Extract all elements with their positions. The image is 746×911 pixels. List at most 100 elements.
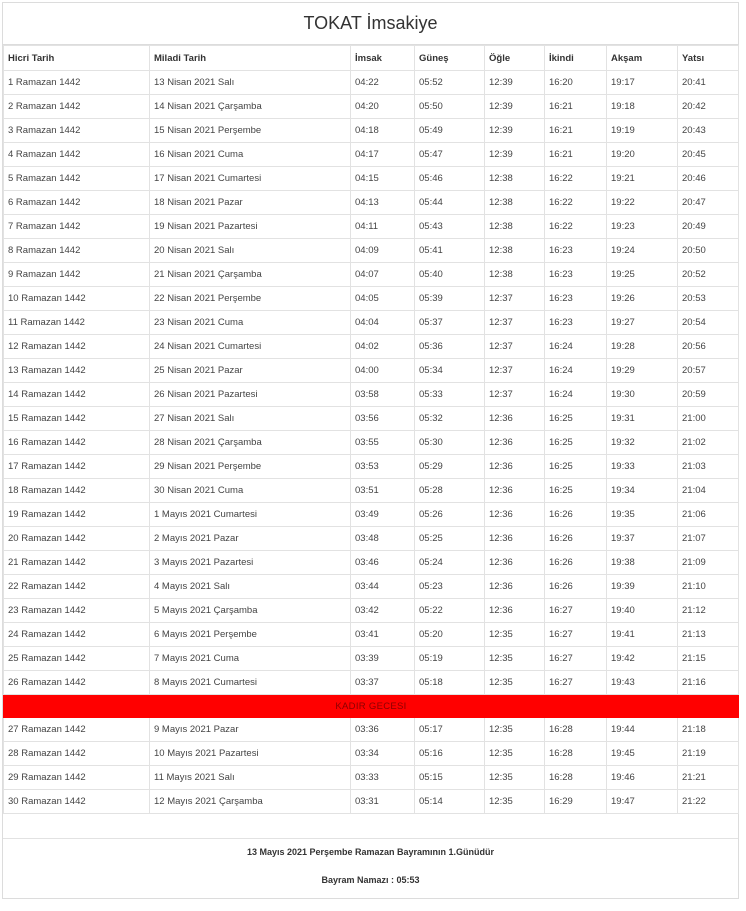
cell-ogle: 12:39 xyxy=(484,70,545,95)
cell-ikindi: 16:26 xyxy=(544,550,607,575)
cell-miladi-tarih: 4 Mayıs 2021 Salı xyxy=(149,574,351,599)
cell-gunes: 05:28 xyxy=(414,478,485,503)
cell-ogle: 12:38 xyxy=(484,214,545,239)
cell-hicri-tarih: 13 Ramazan 1442 xyxy=(3,358,150,383)
cell-ogle: 12:35 xyxy=(484,646,545,671)
cell-imsak: 03:58 xyxy=(350,382,415,407)
cell-imsak: 03:36 xyxy=(350,717,415,742)
cell-hicri-tarih: 4 Ramazan 1442 xyxy=(3,142,150,167)
cell-imsak: 03:44 xyxy=(350,574,415,599)
cell-yatsi: 20:50 xyxy=(677,238,739,263)
cell-ikindi: 16:20 xyxy=(544,70,607,95)
cell-yatsi: 21:15 xyxy=(677,646,739,671)
cell-ikindi: 16:26 xyxy=(544,502,607,527)
cell-hicri-tarih: 30 Ramazan 1442 xyxy=(3,789,150,814)
header-imsak: İmsak xyxy=(350,45,415,71)
cell-ogle: 12:38 xyxy=(484,238,545,263)
bayram-namazi: Bayram Namazı : 05:53 xyxy=(321,875,420,885)
cell-hicri-tarih: 12 Ramazan 1442 xyxy=(3,334,150,359)
cell-imsak: 04:00 xyxy=(350,358,415,383)
cell-imsak: 04:22 xyxy=(350,70,415,95)
cell-ogle: 12:37 xyxy=(484,382,545,407)
table-row: 7 Ramazan 1442 19 Nisan 2021 Pazartesi 04:… xyxy=(3,214,739,239)
cell-ogle: 12:37 xyxy=(484,310,545,335)
header-miladi-tarih: Miladi Tarih xyxy=(149,45,351,71)
table-row: 29 Ramazan 1442 11 Mayıs 2021 Salı 03:33 05… xyxy=(3,765,739,790)
cell-gunes: 05:29 xyxy=(414,454,485,479)
cell-gunes: 05:20 xyxy=(414,622,485,647)
cell-yatsi: 21:22 xyxy=(677,789,739,814)
cell-hicri-tarih: 19 Ramazan 1442 xyxy=(3,502,150,527)
cell-yatsi: 21:09 xyxy=(677,550,739,575)
cell-aksam: 19:25 xyxy=(606,262,678,287)
cell-ogle: 12:36 xyxy=(484,478,545,503)
cell-ogle: 12:36 xyxy=(484,406,545,431)
cell-hicri-tarih: 1 Ramazan 1442 xyxy=(3,70,150,95)
cell-imsak: 04:04 xyxy=(350,310,415,335)
cell-aksam: 19:28 xyxy=(606,334,678,359)
header-ogle: Öğle xyxy=(484,45,545,71)
cell-yatsi: 21:04 xyxy=(677,478,739,503)
cell-miladi-tarih: 11 Mayıs 2021 Salı xyxy=(149,765,351,790)
cell-gunes: 05:19 xyxy=(414,646,485,671)
cell-gunes: 05:33 xyxy=(414,382,485,407)
cell-ikindi: 16:25 xyxy=(544,454,607,479)
cell-miladi-tarih: 27 Nisan 2021 Salı xyxy=(149,406,351,431)
cell-gunes: 05:22 xyxy=(414,598,485,623)
cell-gunes: 05:47 xyxy=(414,142,485,167)
cell-ogle: 12:38 xyxy=(484,166,545,191)
table-row: 13 Ramazan 1442 25 Nisan 2021 Pazar 04:00 0… xyxy=(3,358,739,383)
cell-imsak: 04:09 xyxy=(350,238,415,263)
cell-hicri-tarih: 10 Ramazan 1442 xyxy=(3,286,150,311)
cell-miladi-tarih: 9 Mayıs 2021 Pazar xyxy=(149,717,351,742)
cell-aksam: 19:21 xyxy=(606,166,678,191)
cell-yatsi: 21:06 xyxy=(677,502,739,527)
table-row: 28 Ramazan 1442 10 Mayıs 2021 Pazartesi 03… xyxy=(3,741,739,766)
cell-yatsi: 21:19 xyxy=(677,741,739,766)
table-row: 14 Ramazan 1442 26 Nisan 2021 Pazartesi 03… xyxy=(3,382,739,407)
cell-gunes: 05:26 xyxy=(414,502,485,527)
cell-gunes: 05:16 xyxy=(414,741,485,766)
cell-imsak: 03:51 xyxy=(350,478,415,503)
table-spacer xyxy=(3,814,738,839)
cell-miladi-tarih: 25 Nisan 2021 Pazar xyxy=(149,358,351,383)
cell-ogle: 12:35 xyxy=(484,622,545,647)
page-title: TOKAT İmsakiye xyxy=(3,3,738,45)
cell-ikindi: 16:21 xyxy=(544,118,607,143)
table-row: 24 Ramazan 1442 6 Mayıs 2021 Perşembe 03:4… xyxy=(3,622,739,647)
table-body-before-kadir: 1 Ramazan 1442 13 Nisan 2021 Salı 04:22 05:… xyxy=(3,70,739,695)
cell-aksam: 19:24 xyxy=(606,238,678,263)
cell-aksam: 19:47 xyxy=(606,789,678,814)
cell-imsak: 04:07 xyxy=(350,262,415,287)
header-hicri-tarih: Hicri Tarih xyxy=(3,45,150,71)
cell-yatsi: 21:18 xyxy=(677,717,739,742)
cell-ogle: 12:39 xyxy=(484,142,545,167)
cell-miladi-tarih: 26 Nisan 2021 Pazartesi xyxy=(149,382,351,407)
cell-gunes: 05:46 xyxy=(414,166,485,191)
cell-ogle: 12:37 xyxy=(484,358,545,383)
cell-aksam: 19:23 xyxy=(606,214,678,239)
cell-ogle: 12:36 xyxy=(484,598,545,623)
cell-aksam: 19:35 xyxy=(606,502,678,527)
cell-gunes: 05:44 xyxy=(414,190,485,215)
cell-gunes: 05:37 xyxy=(414,310,485,335)
table-row: 5 Ramazan 1442 17 Nisan 2021 Cumartesi 04:… xyxy=(3,166,739,191)
cell-ogle: 12:36 xyxy=(484,550,545,575)
cell-yatsi: 20:52 xyxy=(677,262,739,287)
cell-imsak: 03:49 xyxy=(350,502,415,527)
cell-ogle: 12:35 xyxy=(484,789,545,814)
cell-miladi-tarih: 8 Mayıs 2021 Cumartesi xyxy=(149,670,351,695)
cell-hicri-tarih: 18 Ramazan 1442 xyxy=(3,478,150,503)
cell-imsak: 03:41 xyxy=(350,622,415,647)
cell-imsak: 03:55 xyxy=(350,430,415,455)
cell-hicri-tarih: 16 Ramazan 1442 xyxy=(3,430,150,455)
cell-aksam: 19:37 xyxy=(606,526,678,551)
cell-hicri-tarih: 29 Ramazan 1442 xyxy=(3,765,150,790)
table-row: 20 Ramazan 1442 2 Mayıs 2021 Pazar 03:48 05… xyxy=(3,526,739,551)
cell-imsak: 03:46 xyxy=(350,550,415,575)
cell-gunes: 05:14 xyxy=(414,789,485,814)
cell-miladi-tarih: 1 Mayıs 2021 Cumartesi xyxy=(149,502,351,527)
cell-miladi-tarih: 20 Nisan 2021 Salı xyxy=(149,238,351,263)
cell-aksam: 19:39 xyxy=(606,574,678,599)
cell-gunes: 05:41 xyxy=(414,238,485,263)
